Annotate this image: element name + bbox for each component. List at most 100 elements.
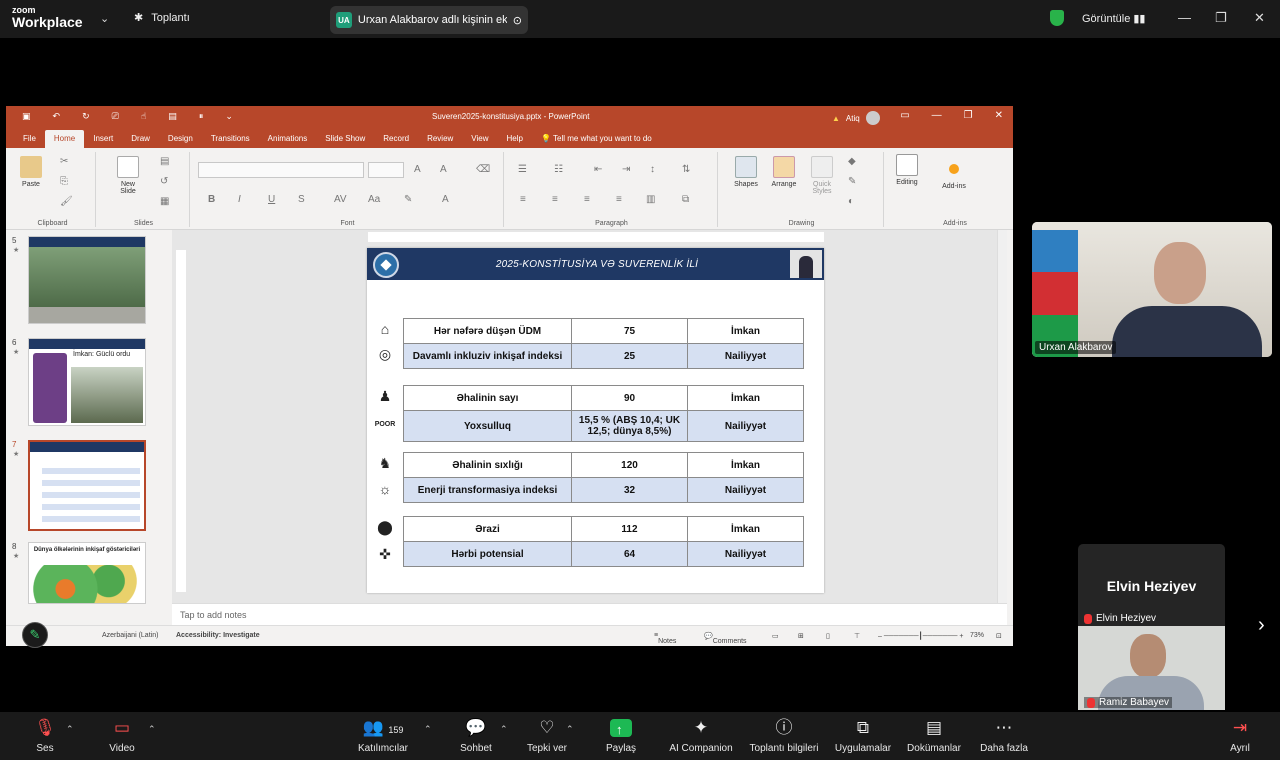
meeting-info-button[interactable]: ⓘ Toplantı bilgileri bbox=[746, 716, 822, 754]
chat-button[interactable]: 💬 Sohbet bbox=[456, 716, 496, 754]
paste-button[interactable]: Paste bbox=[16, 156, 46, 188]
shrink-font-icon[interactable]: A bbox=[440, 164, 447, 175]
touch-icon[interactable]: ☝ bbox=[141, 111, 146, 122]
copy-icon[interactable]: ⎘ bbox=[60, 176, 68, 187]
ppt-minimize-icon[interactable]: — bbox=[932, 110, 942, 121]
tab-slide-show[interactable]: Slide Show bbox=[316, 134, 374, 148]
participant-tile-video[interactable]: Ramiz Babayev bbox=[1078, 626, 1225, 710]
redo-icon[interactable]: ↻ bbox=[82, 111, 90, 122]
add-ins-button[interactable]: Add-ins bbox=[936, 158, 972, 190]
view-menu[interactable]: Görüntüle ▮▮ bbox=[1082, 12, 1145, 25]
italic-icon[interactable]: I bbox=[238, 194, 241, 205]
font-size-box[interactable] bbox=[368, 162, 404, 178]
ai-companion-button[interactable]: ✦ AI Companion bbox=[666, 716, 736, 754]
ppt-close-icon[interactable]: ✕ bbox=[995, 110, 1003, 121]
chevron-down-icon[interactable]: ⌄ bbox=[100, 12, 109, 25]
close-icon[interactable]: ✕ bbox=[1254, 10, 1265, 26]
increase-indent-icon[interactable]: ⇥ bbox=[622, 164, 630, 175]
shape-outline-icon[interactable]: ✎ bbox=[848, 176, 856, 187]
more-button[interactable]: ⋯ Daha fazla bbox=[978, 716, 1030, 754]
chevron-up-icon[interactable]: ⌃ bbox=[148, 724, 156, 735]
annotate-pen-icon[interactable]: ✎ bbox=[22, 622, 48, 648]
presenter-icon[interactable]: ⎚ bbox=[112, 111, 119, 122]
shape-effects-icon[interactable]: ◐ bbox=[848, 196, 854, 207]
quick-styles-button[interactable]: Quick Styles bbox=[804, 156, 840, 195]
align-center-icon[interactable]: ≡ bbox=[552, 194, 558, 205]
video-button[interactable]: ▭ Video bbox=[104, 716, 140, 754]
chevron-up-icon[interactable]: ⌃ bbox=[66, 724, 74, 735]
section-icon[interactable]: ▦ bbox=[160, 196, 169, 207]
shield-icon[interactable] bbox=[1050, 10, 1064, 26]
slideshow-view-icon[interactable]: ⊤ bbox=[854, 632, 860, 640]
customize-icon[interactable]: ⌄ bbox=[225, 111, 233, 122]
justify-icon[interactable]: ≡ bbox=[616, 194, 622, 205]
decrease-indent-icon[interactable]: ⇤ bbox=[594, 164, 602, 175]
font-color-icon[interactable]: A bbox=[442, 194, 449, 205]
user-account[interactable]: ▲ Atiq bbox=[832, 111, 880, 125]
tell-me-search[interactable]: 💡 Tell me what you want to do bbox=[532, 134, 661, 148]
bullets-icon[interactable]: ☰ bbox=[518, 164, 527, 175]
tab-animations[interactable]: Animations bbox=[259, 134, 317, 148]
screen-share-indicator[interactable]: UA Urxan Alakbarov adlı kişinin ekranı ⊙ bbox=[330, 6, 528, 34]
text-direction-icon[interactable]: ⇅ bbox=[682, 164, 690, 175]
slide-sorter-icon[interactable]: ⊞ bbox=[798, 632, 804, 640]
thumbnail-6[interactable]: İmkan: Güclü ordu bbox=[28, 338, 146, 426]
tab-file[interactable]: File bbox=[14, 134, 45, 148]
leave-button[interactable]: ⇥ Ayrıl bbox=[1224, 716, 1256, 754]
normal-view-icon[interactable]: ▭ bbox=[772, 632, 779, 640]
chevron-up-icon[interactable]: ⌃ bbox=[566, 724, 574, 735]
vertical-scrollbar[interactable] bbox=[997, 230, 1007, 603]
clear-format-icon[interactable]: ⌫ bbox=[476, 164, 490, 175]
shapes-button[interactable]: Shapes bbox=[728, 156, 764, 188]
font-name-box[interactable] bbox=[198, 162, 364, 178]
zoom-slider[interactable]: – ───────┃─────── + bbox=[878, 632, 964, 640]
ppt-restore-icon[interactable]: ❐ bbox=[964, 110, 973, 121]
thumbnail-5[interactable] bbox=[28, 236, 146, 324]
ribbon-display-icon[interactable]: ▭ bbox=[900, 110, 909, 121]
numbering-icon[interactable]: ☷ bbox=[554, 164, 563, 175]
tab-help[interactable]: Help bbox=[498, 134, 532, 148]
notes-pane[interactable]: Tap to add notes bbox=[172, 603, 1007, 625]
align-right-icon[interactable]: ≡ bbox=[584, 194, 590, 205]
more-options-icon[interactable]: ⊙ bbox=[513, 14, 522, 27]
tab-transitions[interactable]: Transitions bbox=[202, 134, 259, 148]
chevron-up-icon[interactable]: ⌃ bbox=[424, 724, 432, 735]
save-icon[interactable]: ▣ bbox=[22, 111, 31, 122]
share-button[interactable]: Paylaş bbox=[602, 716, 640, 754]
highlight-icon[interactable]: ✎ bbox=[404, 194, 412, 205]
meeting-menu[interactable]: ✱ Toplantı bbox=[134, 11, 190, 25]
notes-toggle[interactable]: ≡ Notes bbox=[654, 632, 676, 645]
undo-icon[interactable]: ↶ bbox=[53, 111, 61, 122]
mute-button[interactable]: 🎙 Ses bbox=[30, 716, 60, 754]
participants-button[interactable]: 👥 159 Katılımcılar bbox=[356, 716, 410, 754]
columns-icon[interactable]: ▥ bbox=[646, 194, 655, 205]
line-spacing-icon[interactable]: ↕ bbox=[650, 164, 655, 175]
cut-icon[interactable]: ✂ bbox=[60, 156, 68, 167]
speaker-video[interactable]: Urxan Alakbarov bbox=[1032, 222, 1272, 357]
tab-review[interactable]: Review bbox=[418, 134, 462, 148]
underline-icon[interactable]: U bbox=[268, 194, 275, 205]
strikethrough-icon[interactable]: S bbox=[298, 194, 305, 205]
minimize-icon[interactable]: — bbox=[1178, 10, 1191, 25]
fit-slide-icon[interactable]: ⊡ bbox=[996, 632, 1002, 640]
tab-design[interactable]: Design bbox=[159, 134, 202, 148]
tab-draw[interactable]: Draw bbox=[122, 134, 159, 148]
format-painter-icon[interactable]: 🖌 bbox=[60, 196, 73, 207]
apps-button[interactable]: ⧉ Uygulamalar bbox=[832, 716, 894, 754]
picture-icon[interactable]: ▤ bbox=[168, 111, 177, 122]
tab-insert[interactable]: Insert bbox=[84, 134, 122, 148]
editing-button[interactable]: Editing bbox=[890, 154, 924, 186]
spacing-icon[interactable]: AV bbox=[334, 194, 347, 205]
docs-button[interactable]: ▤ Dokümanlar bbox=[904, 716, 964, 754]
tab-view[interactable]: View bbox=[462, 134, 497, 148]
participant-tile-name[interactable]: Elvin Heziyev Elvin Heziyev bbox=[1078, 544, 1225, 626]
arrange-button[interactable]: Arrange bbox=[766, 156, 802, 188]
chevron-right-icon[interactable]: › bbox=[1258, 614, 1265, 637]
comments-toggle[interactable]: 💬 Comments bbox=[704, 632, 747, 645]
chevron-up-icon[interactable]: ⌃ bbox=[500, 724, 508, 735]
thumbnail-7[interactable] bbox=[28, 440, 146, 531]
language-status[interactable]: Azerbaijani (Latin) bbox=[102, 632, 158, 639]
reset-icon[interactable]: ↺ bbox=[160, 176, 168, 187]
tab-record[interactable]: Record bbox=[374, 134, 418, 148]
bold-icon[interactable]: B bbox=[208, 194, 215, 205]
